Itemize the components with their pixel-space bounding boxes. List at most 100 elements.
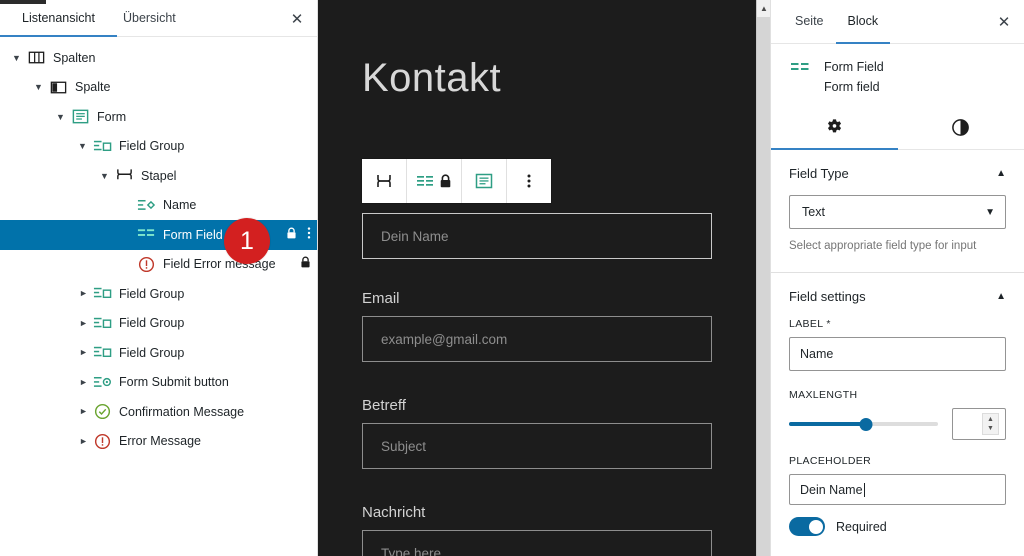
- tree-row[interactable]: ▼ Field Group: [0, 132, 317, 162]
- tab-styles[interactable]: [898, 106, 1024, 149]
- maxlength-stepper[interactable]: ▲ ▼: [952, 408, 1006, 441]
- tree-row[interactable]: ▼ Stapel: [0, 161, 317, 191]
- form-field-icon: [416, 175, 433, 186]
- toolbar-group-more: [507, 159, 551, 203]
- form-field-icon-wrapper: [137, 225, 156, 244]
- column-icon: [50, 81, 67, 94]
- lock-icon[interactable]: [300, 256, 311, 272]
- required-toggle[interactable]: [789, 517, 825, 537]
- name-input[interactable]: Dein Name: [362, 213, 712, 259]
- block-toolbar: [362, 159, 551, 203]
- chevron-right-icon[interactable]: ▼: [76, 435, 89, 448]
- field-type-select[interactable]: Text ▼: [789, 195, 1006, 229]
- canvas-scrollbar[interactable]: ▲: [756, 0, 771, 556]
- lock-icon[interactable]: [286, 227, 297, 243]
- toolbar-group-block: [407, 159, 462, 203]
- form-field-block-button[interactable]: [407, 159, 461, 203]
- tree-row-label: Spalten: [53, 50, 96, 65]
- columns-icon-wrapper: [27, 48, 46, 67]
- tree-row[interactable]: ▼ Confirmation Message: [0, 397, 317, 427]
- stack-icon[interactable]: [362, 159, 406, 203]
- chevron-down-icon[interactable]: ▼: [32, 81, 45, 94]
- list-view-panel: Listenansicht Übersicht ✕ ▼ Spalten ▼ Spalt…: [0, 0, 318, 556]
- block-tree: ▼Spalten▼Spalte▼Form▼Field Group▼Stapel▼…: [0, 37, 317, 456]
- tree-row-tools: [286, 220, 311, 250]
- chevron-right-icon[interactable]: ▼: [76, 376, 89, 389]
- stepper-arrows-icon[interactable]: ▲ ▼: [982, 413, 999, 436]
- field-type-body: Text ▼ Select appropriate field type for…: [771, 195, 1024, 254]
- tree-row[interactable]: ▼Field Error message: [0, 250, 317, 280]
- block-card: Form Field Form field: [771, 44, 1024, 102]
- tab-seite[interactable]: Seite: [783, 0, 836, 43]
- error-circle-icon-wrapper: [93, 432, 112, 451]
- columns-icon: [28, 51, 45, 64]
- field-settings-heading: Field settings: [789, 289, 866, 305]
- close-icon[interactable]: ✕: [994, 12, 1014, 32]
- field-group-icon: [93, 347, 112, 358]
- field-label-icon-wrapper: [137, 196, 156, 215]
- chevron-down-icon: ▼: [985, 206, 995, 218]
- email-label: Email: [362, 290, 400, 307]
- chevron-right-icon[interactable]: ▼: [76, 346, 89, 359]
- tree-row[interactable]: ▼ Field Group: [0, 309, 317, 339]
- close-icon[interactable]: ✕: [287, 9, 307, 29]
- tree-row[interactable]: ▼ Field Group: [0, 338, 317, 368]
- placeholder-value: Dein Name: [800, 482, 863, 497]
- betreff-input[interactable]: Subject: [362, 423, 712, 469]
- slider-thumb[interactable]: [859, 417, 873, 431]
- label-input[interactable]: Name: [789, 337, 1006, 372]
- tree-row[interactable]: ▼ Error Message: [0, 427, 317, 457]
- tab-block[interactable]: Block: [835, 0, 891, 44]
- nachricht-input[interactable]: Type here: [362, 530, 712, 556]
- chevron-right-icon[interactable]: ▼: [76, 317, 89, 330]
- error-circle-icon: [94, 433, 111, 449]
- tree-row-label: Field Group: [119, 139, 185, 154]
- form-field-icon: [137, 229, 155, 237]
- tree-row[interactable]: ▼ Spalte: [0, 73, 317, 103]
- tab-settings[interactable]: [771, 106, 898, 150]
- label-caption: LABEL *: [789, 318, 831, 331]
- chevron-down-icon[interactable]: ▼: [98, 169, 111, 182]
- chevron-up-icon: ▲: [996, 291, 1006, 303]
- more-options-icon[interactable]: [507, 159, 551, 203]
- maxlength-slider[interactable]: [789, 415, 938, 433]
- form-icon: [72, 109, 89, 124]
- editor-root: Listenansicht Übersicht ✕ ▼ Spalten ▼ Spalt…: [0, 0, 1024, 556]
- field-group-icon-wrapper: [93, 284, 112, 303]
- tree-row[interactable]: ▼ Form: [0, 102, 317, 132]
- submit-button-icon-wrapper: [93, 373, 112, 392]
- chevron-right-icon[interactable]: ▼: [76, 405, 89, 418]
- tree-row-label: Form Submit button: [119, 375, 229, 390]
- tab-uebersicht[interactable]: Übersicht: [109, 0, 190, 36]
- field-settings-section-header[interactable]: Field settings ▲: [771, 273, 1024, 318]
- chevron-right-icon[interactable]: ▼: [76, 287, 89, 300]
- field-settings-body: LABEL * Name MAXLENGTH ▲ ▼ PLACEHOLDER D…: [771, 318, 1024, 537]
- tree-row[interactable]: ▼Name: [0, 191, 317, 221]
- form-icon-wrapper: [71, 107, 90, 126]
- tab-listenansicht[interactable]: Listenansicht: [0, 0, 117, 37]
- nachricht-label: Nachricht: [362, 504, 426, 521]
- scroll-up-icon[interactable]: ▲: [757, 0, 771, 17]
- check-circle-icon: [94, 404, 111, 420]
- tree-row-tools: [300, 250, 311, 280]
- chevron-down-icon[interactable]: ▼: [10, 51, 23, 64]
- more-options-icon[interactable]: [307, 226, 311, 243]
- list-view-tabs: Listenansicht Übersicht ✕: [0, 0, 317, 37]
- tree-row-label: Field Group: [119, 286, 185, 301]
- error-circle-icon-wrapper: [137, 255, 156, 274]
- form-field-name: Dein Name: [362, 213, 712, 259]
- chevron-down-icon[interactable]: ▼: [76, 140, 89, 153]
- email-input[interactable]: example@gmail.com: [362, 316, 712, 362]
- tree-row[interactable]: ▼ Field Group: [0, 279, 317, 309]
- chevron-down-icon[interactable]: ▼: [54, 110, 67, 123]
- field-type-section-header[interactable]: Field Type ▲: [771, 150, 1024, 195]
- paragraph-icon[interactable]: [462, 159, 506, 203]
- field-label-icon: [137, 199, 156, 210]
- tree-row[interactable]: ▼ Spalten: [0, 43, 317, 73]
- placeholder-input[interactable]: Dein Name: [789, 474, 1006, 506]
- maxlength-caption: MAXLENGTH: [789, 389, 858, 402]
- maxlength-control: ▲ ▼: [789, 408, 1006, 441]
- block-subtitle: Form field: [824, 80, 880, 94]
- stack-icon: [117, 169, 132, 180]
- tree-row[interactable]: ▼ Form Submit button: [0, 368, 317, 398]
